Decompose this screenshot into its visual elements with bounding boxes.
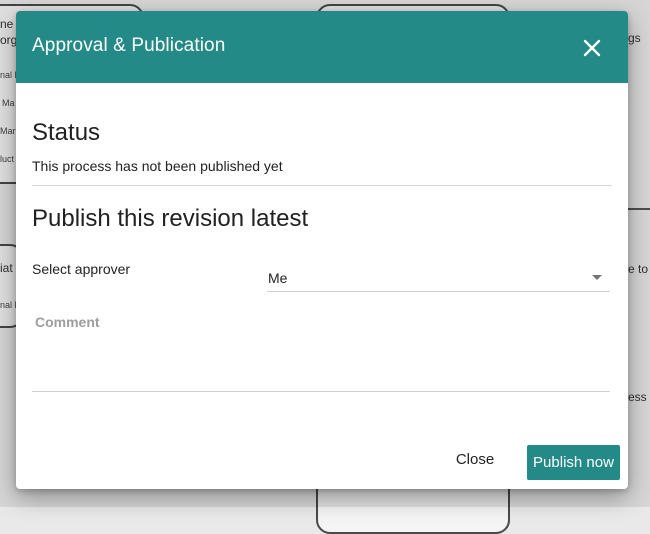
status-heading: Status: [32, 119, 101, 146]
close-icon-glyph: [583, 39, 601, 57]
approver-select[interactable]: Me: [267, 263, 610, 292]
dialog-header: Approval & Publication: [16, 11, 628, 83]
comment-field[interactable]: Comment: [32, 308, 610, 392]
section-divider: [32, 185, 612, 186]
close-icon[interactable]: [580, 36, 604, 60]
publish-heading: Publish this revision latest: [32, 205, 309, 232]
approval-publication-dialog: Approval & Publication Status This proce…: [16, 11, 628, 489]
dialog-title: Approval & Publication: [32, 35, 226, 56]
close-button[interactable]: Close: [446, 442, 504, 476]
chevron-down-icon: [592, 275, 602, 280]
approver-label: Select approver: [32, 261, 131, 277]
status-text: This process has not been published yet: [32, 158, 283, 174]
publish-now-button[interactable]: Publish now: [527, 445, 620, 480]
approver-value: Me: [268, 270, 288, 286]
comment-label: Comment: [35, 314, 100, 330]
